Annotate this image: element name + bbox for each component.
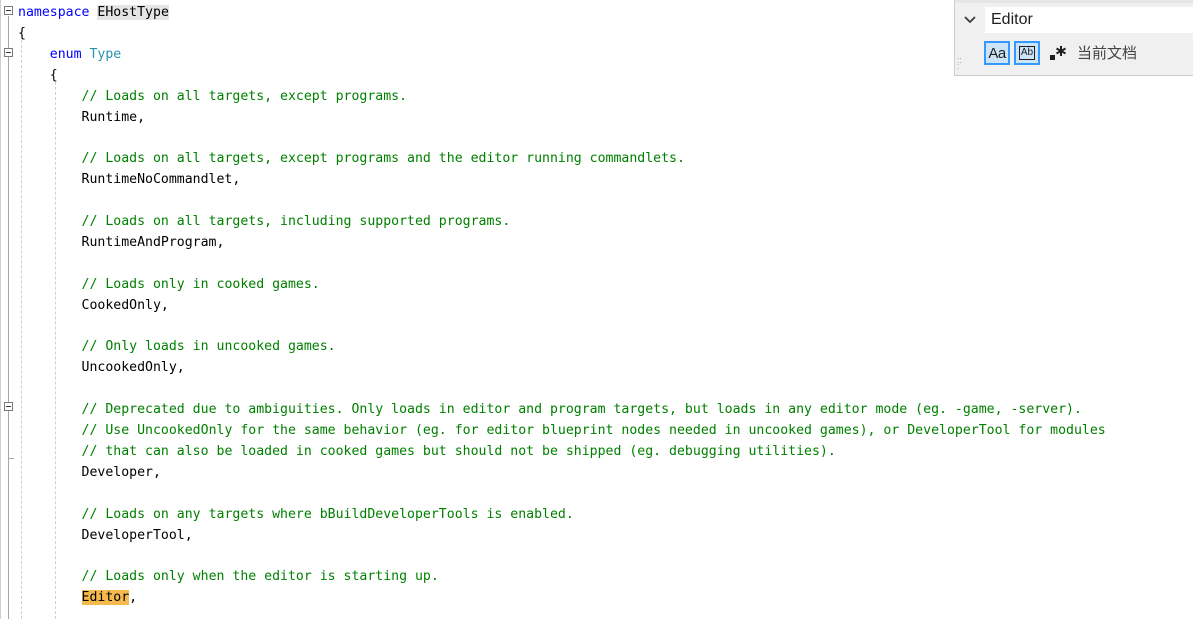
code-line[interactable]: // Loads on all targets, except programs… [18,86,408,107]
code-line[interactable]: // Loads only when the editor is startin… [18,566,439,587]
find-input[interactable] [985,7,1193,33]
comment-token: // Loads only when the editor is startin… [81,569,439,585]
code-line[interactable]: // Use UncookedOnly for the same behavio… [18,420,1106,441]
find-widget: Aa Ab 当前文档 ⁚⁚⁚ [954,0,1193,76]
find-match-highlight: Editor [81,590,130,606]
regex-icon[interactable] [1047,42,1069,64]
keyword-token: namespace [18,5,90,20]
search-scope-label[interactable]: 当前文档 [1077,43,1137,63]
resize-grip-icon[interactable]: ⁚⁚ ⁚ [957,58,961,71]
code-editor[interactable]: namespace EHostType { enum Type { // Load… [0,0,1193,619]
comment-token: // Loads on all targets, except programs… [81,151,685,167]
code-token: RuntimeAndProgram, [18,234,225,250]
comment-token: // Loads on all targets, except programs… [81,88,408,104]
code-token: CookedOnly, [18,297,169,313]
code-line[interactable]: Editor, [18,587,137,608]
comment-token: // Loads on any targets where bBuildDeve… [81,506,574,522]
collapse-comment-icon[interactable] [4,402,13,411]
code-line[interactable]: // Loads on any targets where bBuildDeve… [18,504,574,525]
code-line[interactable]: RuntimeNoCommandlet, [18,169,241,190]
code-line[interactable]: { [18,65,58,86]
comment-token: // Use UncookedOnly for the same behavio… [81,423,1106,438]
code-token: UncookedOnly, [18,360,185,376]
code-line[interactable]: Developer, [18,462,161,483]
selected-token: EHostType [97,5,169,20]
code-line[interactable]: // Deprecated due to ambiguities. Only l… [18,399,1082,420]
code-line[interactable]: Runtime, [18,107,146,128]
outline-line-namespace [8,16,9,619]
code-token: Runtime, [18,109,146,125]
match-case-label: Aa [988,44,1006,62]
code-line[interactable]: namespace EHostType [18,2,169,23]
code-line[interactable]: // Loads on all targets, including suppo… [18,211,511,232]
outline-comment-end [8,458,14,459]
code-line[interactable]: { [18,23,26,44]
code-line[interactable]: // Loads on all targets, except programs… [18,148,685,169]
code-token: { [18,67,58,83]
collapse-enum-icon[interactable] [4,48,13,57]
code-token: DeveloperTool, [18,527,193,543]
match-whole-word-toggle[interactable]: Ab [1014,41,1040,65]
code-line[interactable]: RuntimeAndProgram, [18,232,225,253]
collapse-namespace-icon[interactable] [4,6,13,15]
code-line[interactable]: // Loads only in cooked games. [18,274,320,295]
match-case-toggle[interactable]: Aa [984,41,1010,65]
find-widget-top-strip [955,0,1193,3]
code-line[interactable]: CookedOnly, [18,295,169,316]
code-line[interactable]: // Only loads in uncooked games. [18,336,336,357]
comment-token: // Loads only in cooked games. [81,276,320,292]
code-token: RuntimeNoCommandlet, [18,172,241,188]
keyword-token: enum [49,46,82,62]
comment-token: // Only loads in uncooked games. [81,339,336,355]
chevron-down-icon[interactable] [961,10,979,30]
comment-token: // that can also be loaded in cooked gam… [81,443,836,459]
code-line[interactable]: DeveloperTool, [18,525,193,546]
code-line[interactable]: enum Type [18,44,121,65]
code-token: Developer, [18,464,161,480]
type-token: Type [89,46,122,62]
code-token: , [129,590,138,606]
match-whole-word-label: Ab [1018,46,1036,60]
code-token: { [18,25,26,41]
editor-left-border [0,0,1,619]
comment-token: // Deprecated due to ambiguities. Only l… [81,402,1082,418]
code-line[interactable]: // that can also be loaded in cooked gam… [18,441,836,462]
comment-token: // Loads on all targets, including suppo… [81,214,511,229]
code-line[interactable]: UncookedOnly, [18,357,185,378]
